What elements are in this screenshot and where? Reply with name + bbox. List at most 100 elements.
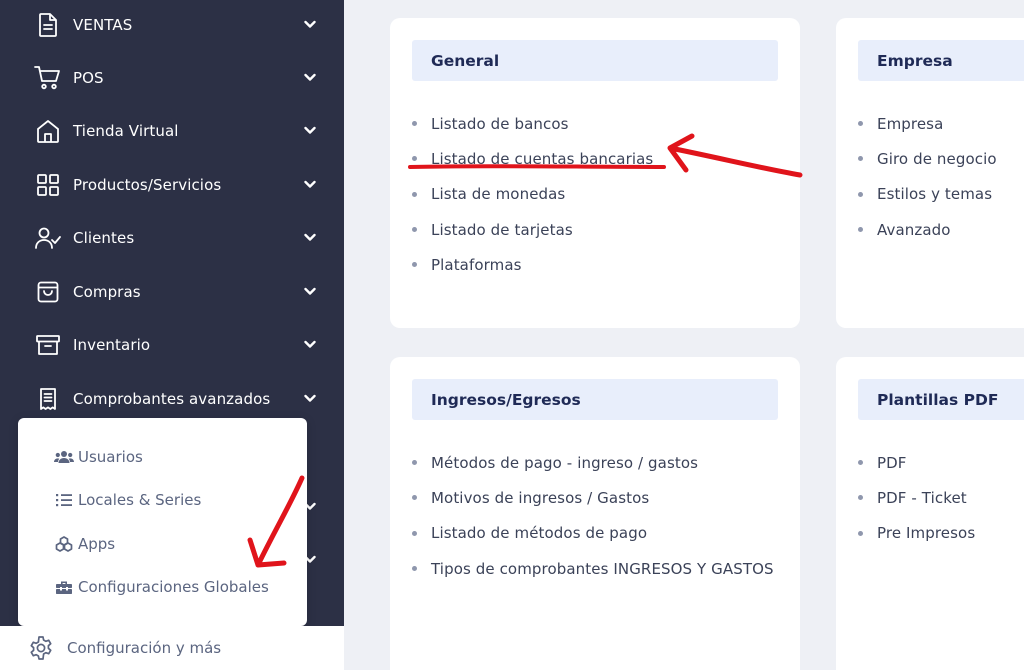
list-item-label: Métodos de pago - ingreso / gastos [431, 453, 699, 472]
configuration-dropdown: Usuarios Locales & Series Apps Configura… [18, 418, 307, 626]
card-list: PDF PDF - Ticket Pre Impresos [858, 445, 975, 551]
sidebar-item-label: Compras [73, 282, 141, 301]
dropdown-item-apps[interactable]: Apps [54, 532, 115, 556]
list-item-label: Motivos de ingresos / Gastos [431, 488, 650, 507]
dropdown-item-label: Configuraciones Globales [78, 578, 269, 596]
list-icon [54, 492, 74, 508]
list-item-lista-de-monedas[interactable]: Lista de monedas [412, 177, 653, 212]
card-header: Ingresos/Egresos [412, 379, 778, 420]
bullet [858, 530, 863, 536]
card-ingresos-egresos: Ingresos/Egresos Métodos de pago - ingre… [390, 357, 800, 670]
sidebar-item-ventas[interactable]: VENTAS [0, 0, 344, 51]
sidebar-item-compras[interactable]: Compras [0, 265, 344, 318]
bullet [858, 121, 863, 127]
sidebar-item-label: Comprobantes avanzados [73, 389, 271, 408]
bullet [858, 227, 863, 233]
list-item-label: Estilos y temas [877, 185, 993, 204]
bullet [858, 460, 863, 466]
card-title: Empresa [877, 51, 953, 70]
list-item-motivos-de-ingresos[interactable]: Motivos de ingresos / Gastos [412, 480, 774, 515]
list-item-listado-de-tarjetas[interactable]: Listado de tarjetas [412, 212, 653, 247]
sidebar-item-productos-servicios[interactable]: Productos/Servicios [0, 158, 344, 211]
list-item-label: PDF [877, 453, 907, 472]
receipt-icon [34, 385, 62, 413]
list-item-metodos-de-pago[interactable]: Métodos de pago - ingreso / gastos [412, 445, 774, 480]
sidebar-item-pos[interactable]: POS [0, 51, 344, 104]
list-item-tipos-de-comprobantes[interactable]: Tipos de comprobantes INGRESOS Y GASTOS [412, 551, 774, 586]
chevron-down-icon [301, 16, 319, 34]
list-item-label: Listado de tarjetas [431, 220, 573, 239]
list-item-label: Listado de bancos [431, 114, 569, 133]
list-item-giro-de-negocio[interactable]: Giro de negocio [858, 141, 997, 176]
list-item-listado-de-bancos[interactable]: Listado de bancos [412, 106, 653, 141]
card-plantillas-pdf: Plantillas PDF PDF PDF - Ticket Pre Impr… [836, 357, 1024, 670]
bullet [412, 262, 417, 268]
chevron-down-icon [301, 336, 319, 354]
bullet [412, 460, 417, 466]
bullet [412, 227, 417, 233]
bullet [412, 121, 417, 127]
card-list: Listado de bancos Listado de cuentas ban… [412, 106, 653, 282]
dropdown-item-label: Usuarios [78, 448, 143, 466]
user-check-icon [34, 224, 62, 252]
list-item-label: Empresa [877, 114, 944, 133]
list-item-label: Listado de métodos de pago [431, 524, 648, 543]
cart-icon [34, 64, 62, 92]
toolbox-icon [54, 579, 74, 595]
bullet [412, 530, 417, 536]
list-item-pdf-ticket[interactable]: PDF - Ticket [858, 480, 975, 515]
archive-icon [34, 331, 62, 359]
card-list: Métodos de pago - ingreso / gastos Motiv… [412, 445, 774, 586]
card-empresa: Empresa Empresa Giro de negocio Estilos … [836, 18, 1024, 328]
dropdown-item-label: Apps [78, 535, 116, 553]
card-header: Plantillas PDF [858, 379, 1024, 420]
list-item-pre-impresos[interactable]: Pre Impresos [858, 516, 975, 551]
sidebar-footer-configuracion[interactable]: Configuración y más [0, 626, 344, 670]
card-title: General [431, 51, 500, 70]
chevron-down-icon [301, 283, 319, 301]
footer-label: Configuración y más [67, 639, 222, 657]
bullet [412, 156, 417, 162]
list-item-plataformas[interactable]: Plataformas [412, 247, 653, 282]
list-item-label: Avanzado [877, 220, 951, 239]
list-item-label: Lista de monedas [431, 185, 566, 204]
sidebar-item-inventario[interactable]: Inventario [0, 318, 344, 371]
card-title: Plantillas PDF [877, 390, 999, 409]
users-icon [54, 449, 74, 465]
card-header: General [412, 40, 778, 81]
list-item-estilos-y-temas[interactable]: Estilos y temas [858, 177, 997, 212]
bullet [412, 191, 417, 197]
bullet [412, 495, 417, 501]
sidebar-item-label: Productos/Servicios [73, 175, 222, 194]
dropdown-item-usuarios[interactable]: Usuarios [54, 445, 143, 469]
sidebar-item-label: Tienda Virtual [73, 121, 179, 140]
gear-icon [28, 635, 54, 661]
list-item-label: Giro de negocio [877, 149, 997, 168]
list-item-label: PDF - Ticket [877, 488, 967, 507]
cubes-icon [54, 536, 74, 552]
card-title: Ingresos/Egresos [431, 390, 581, 409]
list-item-listado-metodos-de-pago[interactable]: Listado de métodos de pago [412, 516, 774, 551]
dropdown-item-locales-series[interactable]: Locales & Series [54, 488, 201, 512]
list-item-avanzado[interactable]: Avanzado [858, 212, 997, 247]
card-header: Empresa [858, 40, 1024, 81]
card-general: General Listado de bancos Listado de cue… [390, 18, 800, 328]
list-item-label: Listado de cuentas bancarias [431, 149, 654, 168]
home-icon [34, 117, 62, 145]
chevron-down-icon [301, 176, 319, 194]
sidebar-item-clientes[interactable]: Clientes [0, 211, 344, 264]
sidebar-item-label: POS [73, 68, 104, 87]
document-icon [34, 11, 62, 39]
dropdown-item-configuraciones-globales[interactable]: Configuraciones Globales [54, 575, 269, 599]
list-item-pdf[interactable]: PDF [858, 445, 975, 480]
grid-icon [34, 171, 62, 199]
list-item-empresa[interactable]: Empresa [858, 106, 997, 141]
list-item-listado-de-cuentas-bancarias[interactable]: Listado de cuentas bancarias [412, 141, 653, 176]
list-item-label: Pre Impresos [877, 524, 976, 543]
chevron-down-icon [301, 390, 319, 408]
bullet [858, 156, 863, 162]
bullet [412, 566, 417, 572]
bullet [858, 191, 863, 197]
sidebar-item-tienda-virtual[interactable]: Tienda Virtual [0, 104, 344, 157]
list-item-label: Plataformas [431, 255, 522, 274]
